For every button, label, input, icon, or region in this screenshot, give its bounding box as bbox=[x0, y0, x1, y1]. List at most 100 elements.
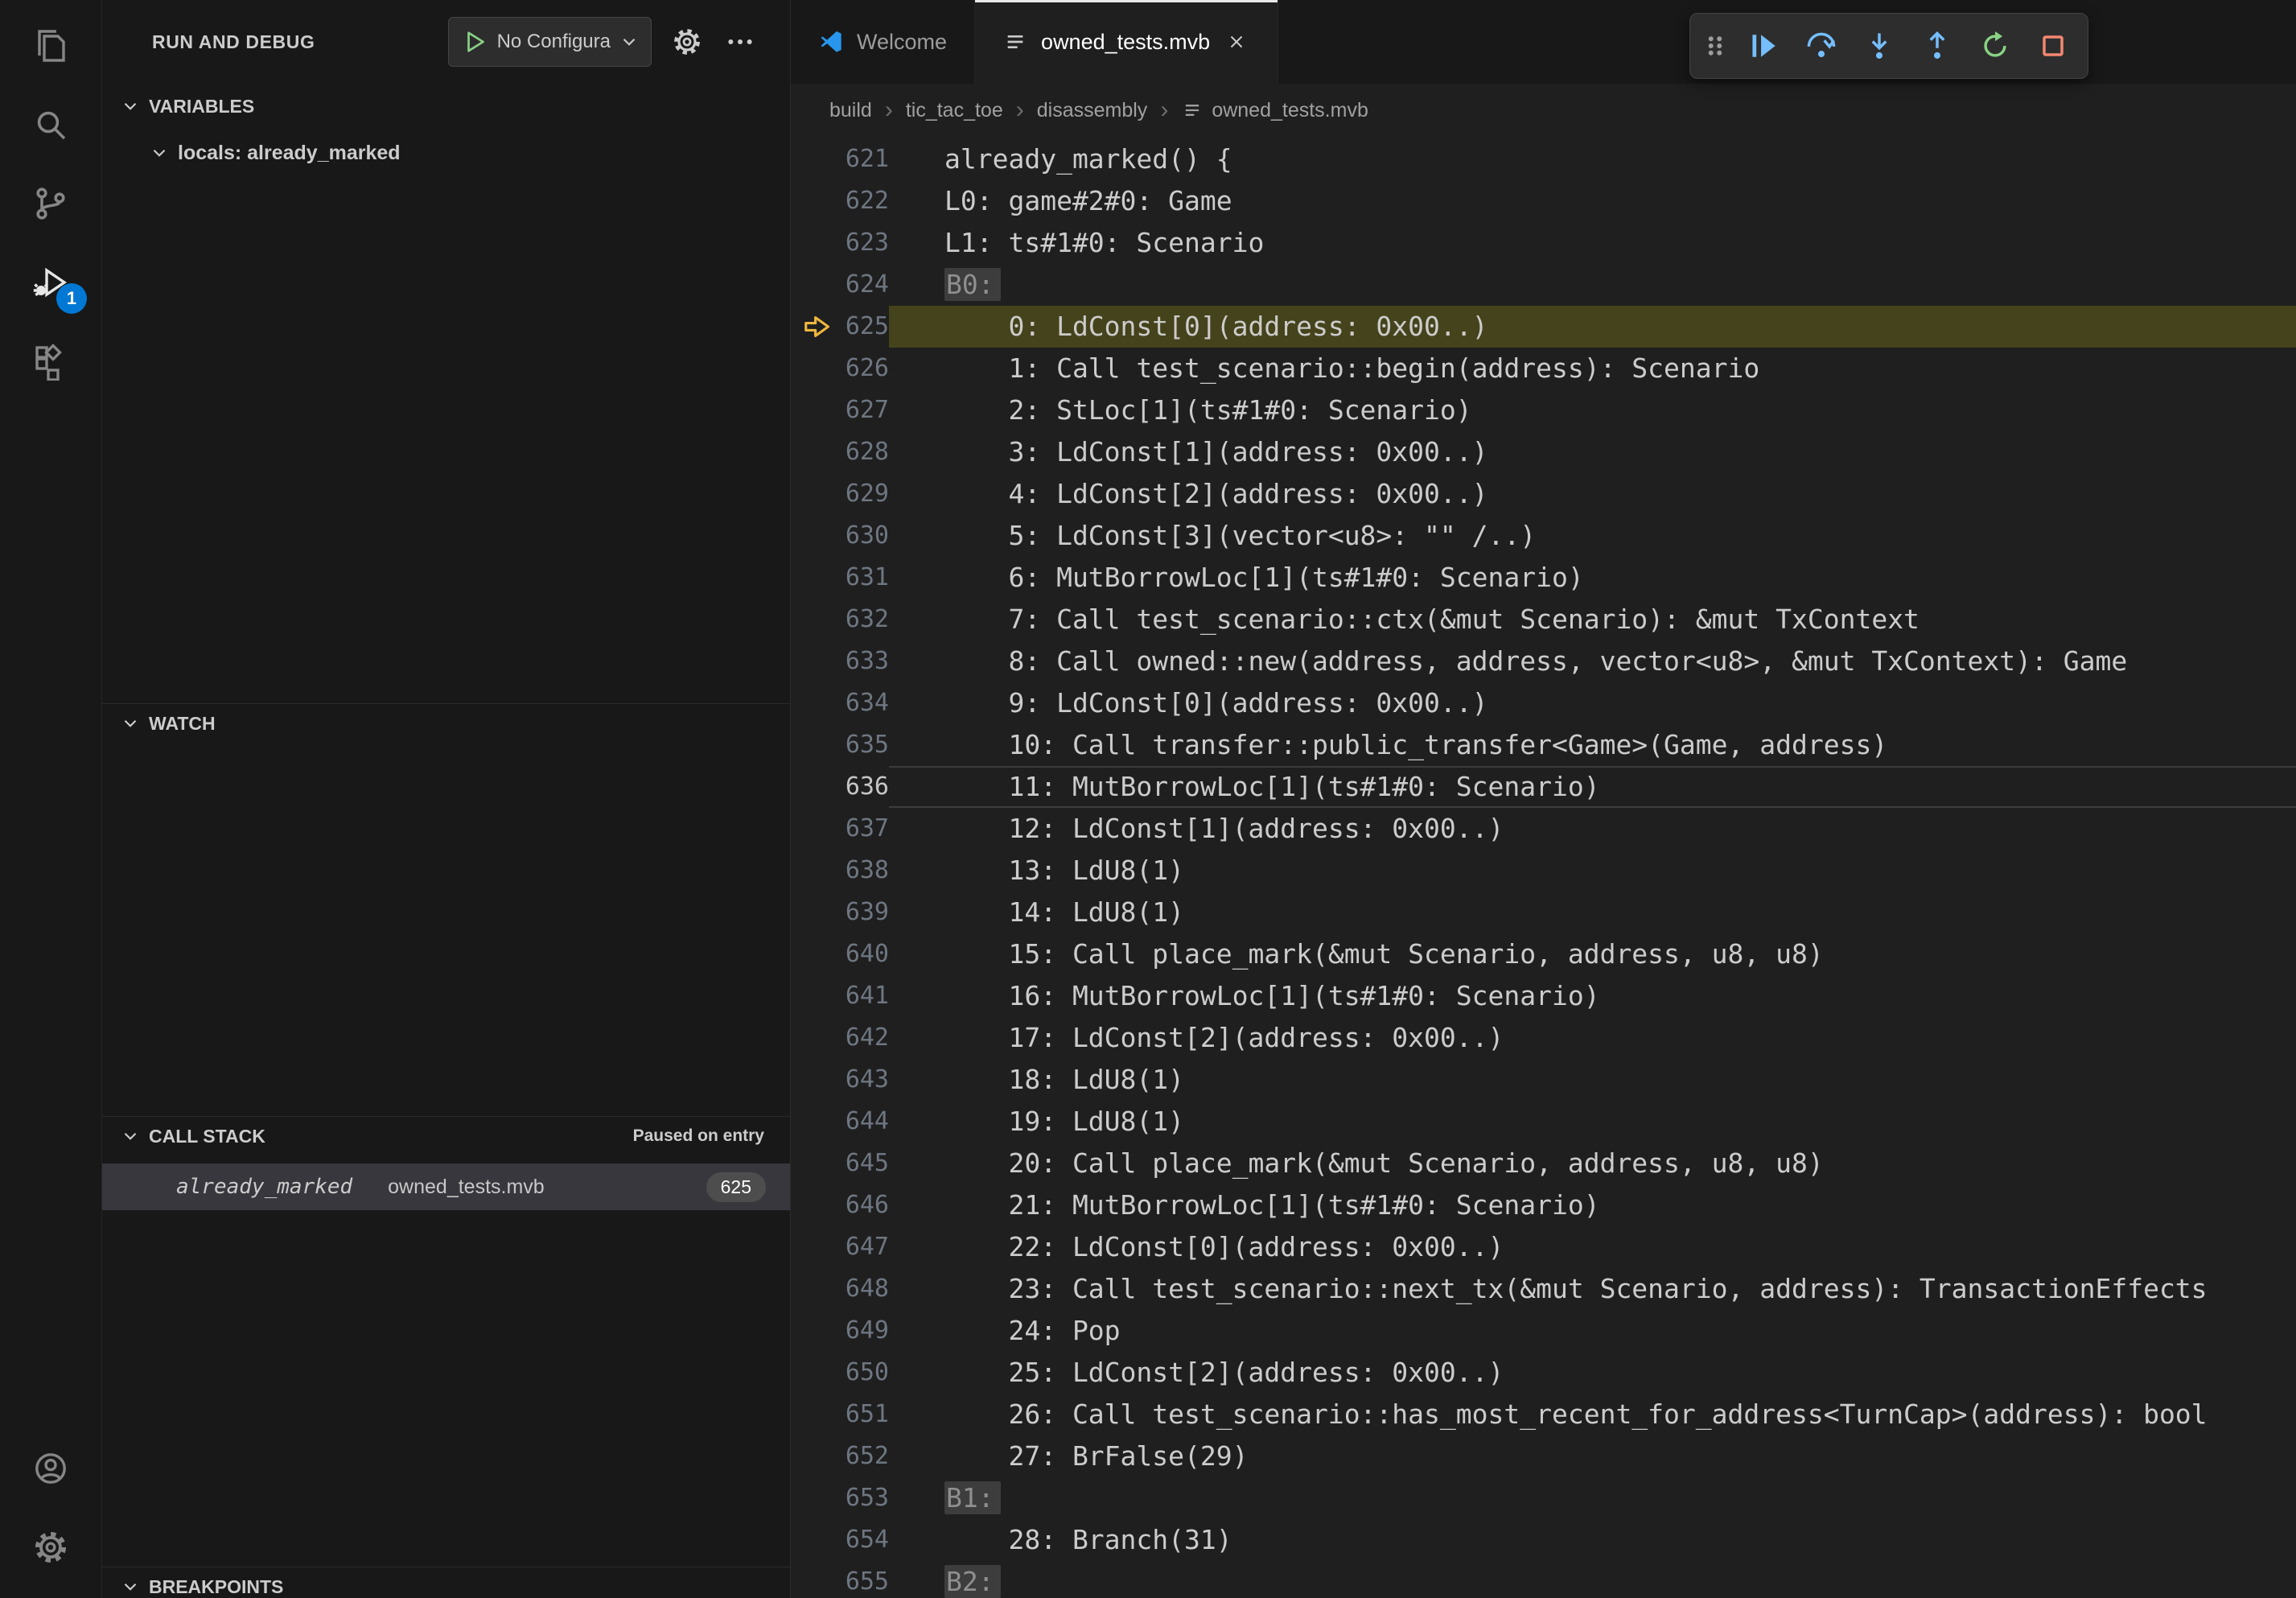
code-text[interactable]: 22: LdConst[0](address: 0x00..) bbox=[889, 1226, 2296, 1268]
line-number[interactable]: 621 bbox=[791, 138, 889, 180]
line-number[interactable]: 652 bbox=[791, 1435, 889, 1477]
code-text[interactable]: 5: LdConst[3](vector<u8>: "" /..) bbox=[889, 515, 2296, 557]
call-stack-header[interactable]: CALL STACK Paused on entry bbox=[102, 1117, 790, 1155]
code-text[interactable]: 27: BrFalse(29) bbox=[889, 1435, 2296, 1477]
line-number[interactable]: 642 bbox=[791, 1017, 889, 1059]
line-number[interactable]: 647 bbox=[791, 1226, 889, 1268]
code-text[interactable]: already_marked() { bbox=[889, 138, 2296, 180]
step-out-button[interactable] bbox=[1911, 19, 1964, 72]
line-number[interactable]: 654 bbox=[791, 1519, 889, 1561]
line-number[interactable]: 648 bbox=[791, 1268, 889, 1310]
activity-search[interactable] bbox=[0, 87, 101, 166]
line-number[interactable]: 631 bbox=[791, 557, 889, 599]
code-text[interactable]: 9: LdConst[0](address: 0x00..) bbox=[889, 682, 2296, 724]
activity-extensions[interactable] bbox=[0, 323, 101, 402]
code-text[interactable]: 2: StLoc[1](ts#1#0: Scenario) bbox=[889, 389, 2296, 431]
breadcrumb-item[interactable]: disassembly bbox=[1037, 99, 1148, 122]
stop-button[interactable] bbox=[2026, 19, 2080, 72]
line-number[interactable]: 640 bbox=[791, 933, 889, 975]
line-number[interactable]: 635 bbox=[791, 724, 889, 766]
activity-run-and-debug[interactable]: 1 bbox=[0, 245, 101, 323]
code-text[interactable]: 15: Call place_mark(&mut Scenario, addre… bbox=[889, 933, 2296, 975]
code-text[interactable]: 0: LdConst[0](address: 0x00..) bbox=[889, 306, 2296, 348]
debug-settings-gear[interactable] bbox=[669, 24, 705, 60]
code-text[interactable]: 7: Call test_scenario::ctx(&mut Scenario… bbox=[889, 599, 2296, 640]
line-number[interactable]: 639 bbox=[791, 892, 889, 933]
restart-button[interactable] bbox=[1969, 19, 2022, 72]
code-text[interactable]: 4: LdConst[2](address: 0x00..) bbox=[889, 473, 2296, 515]
activity-source-control[interactable] bbox=[0, 166, 101, 245]
code-text[interactable]: 17: LdConst[2](address: 0x00..) bbox=[889, 1017, 2296, 1059]
line-number[interactable]: 653 bbox=[791, 1477, 889, 1519]
line-number[interactable]: 638 bbox=[791, 850, 889, 892]
code-text[interactable]: 19: LdU8(1) bbox=[889, 1101, 2296, 1143]
close-tab-icon[interactable] bbox=[1223, 28, 1250, 56]
line-number[interactable]: 628 bbox=[791, 431, 889, 473]
code-text[interactable]: 11: MutBorrowLoc[1](ts#1#0: Scenario) bbox=[889, 766, 2296, 808]
code-text[interactable]: 24: Pop bbox=[889, 1310, 2296, 1352]
code-text[interactable]: B0: bbox=[889, 264, 2296, 306]
debug-config-dropdown[interactable]: No Configura bbox=[497, 31, 611, 53]
code-text[interactable]: 8: Call owned::new(address, address, vec… bbox=[889, 640, 2296, 682]
line-number[interactable]: 629 bbox=[791, 473, 889, 515]
code-text[interactable]: 10: Call transfer::public_transfer<Game>… bbox=[889, 724, 2296, 766]
step-into-button[interactable] bbox=[1853, 19, 1906, 72]
line-number[interactable]: 646 bbox=[791, 1184, 889, 1226]
line-number[interactable]: 641 bbox=[791, 975, 889, 1017]
activity-settings[interactable] bbox=[0, 1509, 101, 1588]
line-number[interactable]: 634 bbox=[791, 682, 889, 724]
tab-owned-tests[interactable]: owned_tests.mvb bbox=[975, 0, 1278, 84]
line-number[interactable]: 627 bbox=[791, 389, 889, 431]
activity-explorer[interactable] bbox=[0, 8, 101, 87]
code-text[interactable]: B1: bbox=[889, 1477, 2296, 1519]
breadcrumb-item[interactable]: build bbox=[829, 99, 872, 122]
line-number[interactable]: 622 bbox=[791, 180, 889, 222]
code-text[interactable]: 1: Call test_scenario::begin(address): S… bbox=[889, 348, 2296, 389]
activity-account[interactable] bbox=[0, 1431, 101, 1509]
line-number[interactable]: 637 bbox=[791, 808, 889, 850]
code-text[interactable]: 13: LdU8(1) bbox=[889, 850, 2296, 892]
line-number[interactable]: 623 bbox=[791, 222, 889, 264]
breadcrumb-item[interactable]: owned_tests.mvb bbox=[1181, 99, 1368, 122]
tab-welcome[interactable]: Welcome bbox=[791, 0, 975, 84]
code-text[interactable]: 14: LdU8(1) bbox=[889, 892, 2296, 933]
code-text[interactable]: 21: MutBorrowLoc[1](ts#1#0: Scenario) bbox=[889, 1184, 2296, 1226]
start-debugging-button[interactable] bbox=[460, 27, 489, 56]
code-text[interactable]: 6: MutBorrowLoc[1](ts#1#0: Scenario) bbox=[889, 557, 2296, 599]
breadcrumb-item[interactable]: tic_tac_toe bbox=[906, 99, 1003, 122]
line-number[interactable]: 636 bbox=[791, 766, 889, 808]
code-text[interactable]: 26: Call test_scenario::has_most_recent_… bbox=[889, 1394, 2296, 1435]
code-text[interactable]: 12: LdConst[1](address: 0x00..) bbox=[889, 808, 2296, 850]
toolbar-drag-handle[interactable] bbox=[1698, 19, 1732, 72]
code-text[interactable]: L1: ts#1#0: Scenario bbox=[889, 222, 2296, 264]
line-number[interactable]: 624 bbox=[791, 264, 889, 306]
breakpoints-header[interactable]: BREAKPOINTS bbox=[102, 1567, 790, 1598]
code-text[interactable]: 3: LdConst[1](address: 0x00..) bbox=[889, 431, 2296, 473]
more-actions-button[interactable] bbox=[722, 24, 758, 60]
continue-button[interactable] bbox=[1737, 19, 1790, 72]
code-text[interactable]: 20: Call place_mark(&mut Scenario, addre… bbox=[889, 1143, 2296, 1184]
line-number[interactable]: 644 bbox=[791, 1101, 889, 1143]
code-text[interactable]: 25: LdConst[2](address: 0x00..) bbox=[889, 1352, 2296, 1394]
line-number[interactable]: 633 bbox=[791, 640, 889, 682]
line-number[interactable]: 649 bbox=[791, 1310, 889, 1352]
watch-header[interactable]: WATCH bbox=[102, 704, 790, 743]
line-number[interactable]: 630 bbox=[791, 515, 889, 557]
line-number[interactable]: 643 bbox=[791, 1059, 889, 1101]
line-number[interactable]: 645 bbox=[791, 1143, 889, 1184]
code-text[interactable]: 23: Call test_scenario::next_tx(&mut Sce… bbox=[889, 1268, 2296, 1310]
code-text[interactable]: 18: LdU8(1) bbox=[889, 1059, 2296, 1101]
line-number[interactable]: 626 bbox=[791, 348, 889, 389]
line-number[interactable]: 650 bbox=[791, 1352, 889, 1394]
stack-frame-row[interactable]: already_marked owned_tests.mvb 625 bbox=[102, 1163, 790, 1210]
chevron-down-icon[interactable] bbox=[619, 31, 640, 52]
line-number[interactable]: 632 bbox=[791, 599, 889, 640]
variables-scope-locals[interactable]: locals: already_marked bbox=[102, 132, 790, 174]
step-over-button[interactable] bbox=[1795, 19, 1848, 72]
line-number[interactable]: 651 bbox=[791, 1394, 889, 1435]
line-number[interactable]: 625 bbox=[791, 306, 889, 348]
variables-header[interactable]: VARIABLES bbox=[102, 87, 790, 126]
code-text[interactable]: B2: bbox=[889, 1561, 2296, 1598]
line-number[interactable]: 655 bbox=[791, 1561, 889, 1598]
code-text[interactable]: 16: MutBorrowLoc[1](ts#1#0: Scenario) bbox=[889, 975, 2296, 1017]
